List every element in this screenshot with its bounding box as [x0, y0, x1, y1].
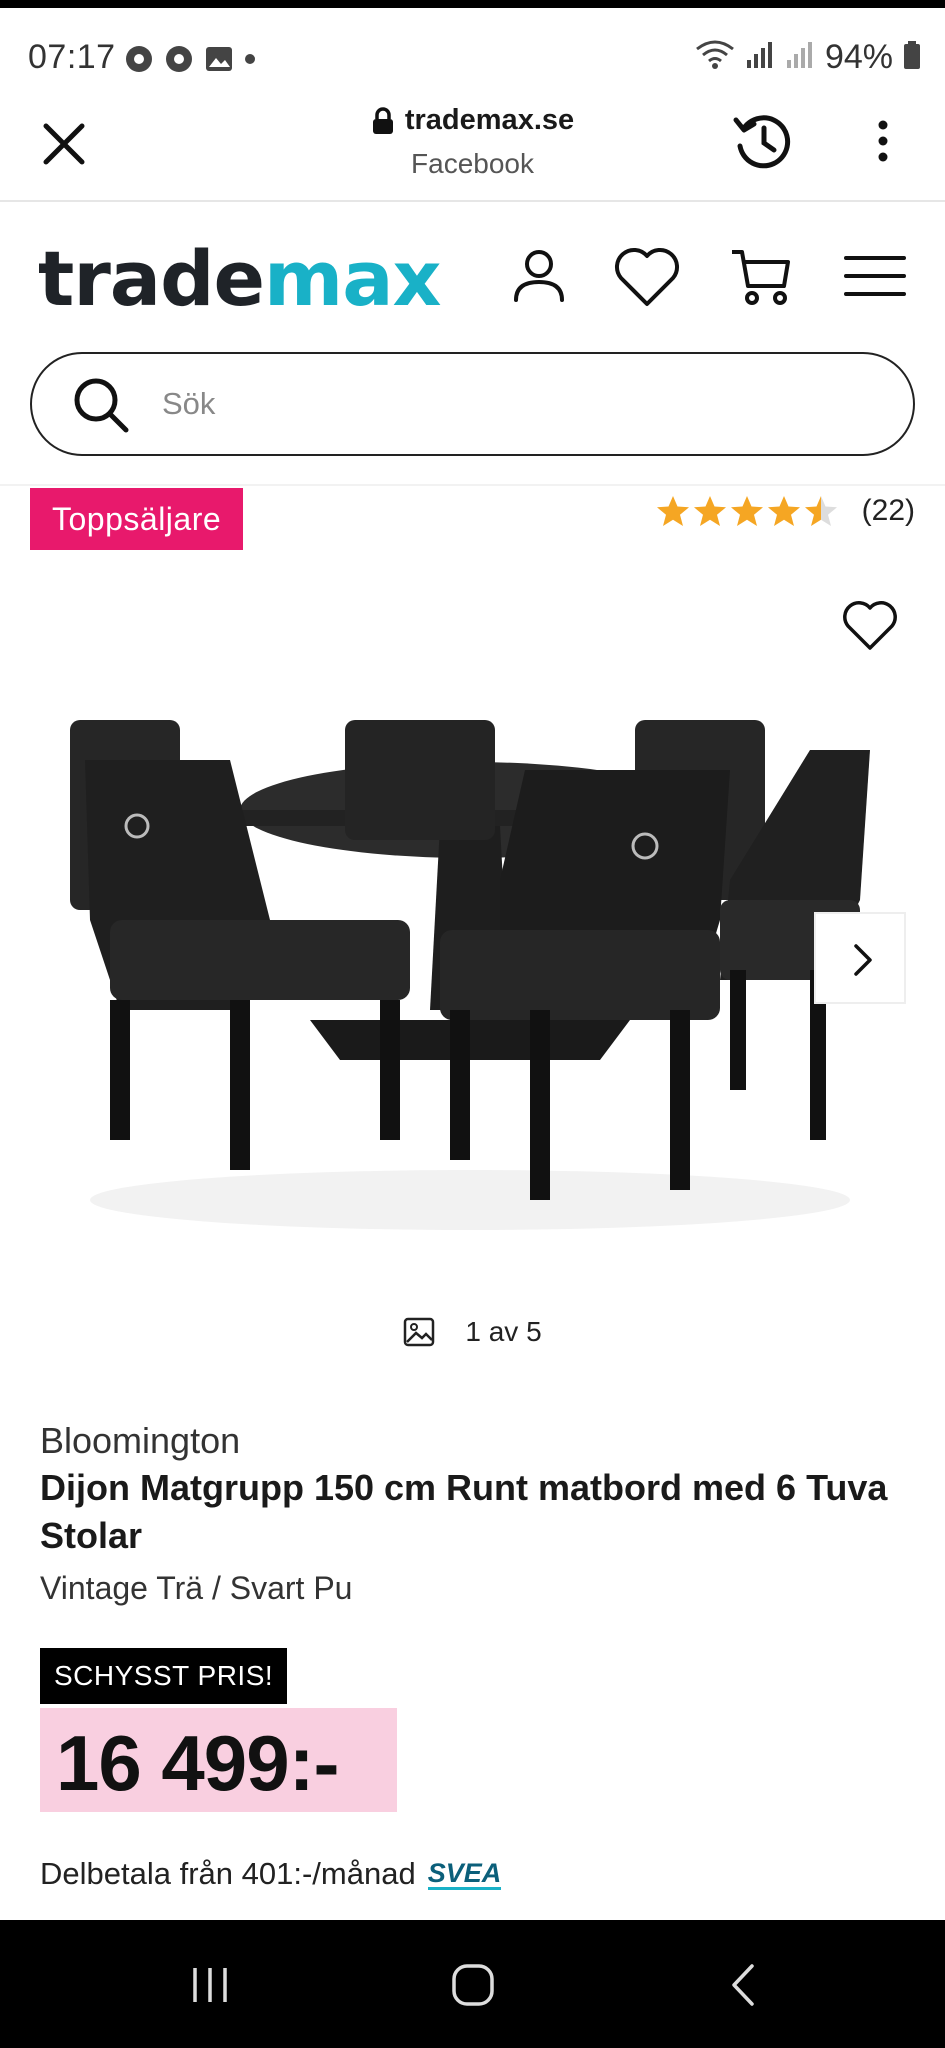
chrome-icon: [164, 44, 194, 74]
next-image-button[interactable]: [814, 912, 906, 1004]
price-label-badge: SCHYSST PRIS!: [40, 1648, 288, 1704]
svea-logo: SVEA: [427, 1857, 502, 1890]
trademax-logo[interactable]: trademax: [38, 234, 442, 323]
star-icon: [656, 496, 689, 526]
product-title: Dijon Matgrupp 150 cm Runt matbord med 6…: [40, 1467, 888, 1556]
half-star-icon: [804, 496, 837, 526]
more-options-button[interactable]: [868, 116, 898, 166]
gallery-icon: [204, 44, 234, 74]
installment-info[interactable]: Delbetala från 401:-/månad SVEA: [40, 1856, 502, 1892]
back-button[interactable]: [720, 1960, 770, 2010]
browser-toolbar: trademax.se Facebook: [0, 102, 945, 202]
wifi-icon: [695, 39, 735, 76]
chevron-right-icon: [854, 944, 872, 976]
home-button[interactable]: [448, 1960, 498, 2010]
cart-icon: [732, 250, 790, 305]
image-icon: [404, 1317, 435, 1347]
status-bar: 07:17 94%: [0, 0, 945, 102]
home-icon: [452, 1964, 494, 2006]
site-header: trademax Sök: [0, 204, 945, 484]
bestseller-badge: Toppsäljare: [30, 488, 244, 550]
product-price: 16 499:-: [56, 1719, 340, 1807]
heart-icon: [843, 601, 897, 650]
divider: [0, 484, 945, 486]
system-navigation-bar: [0, 1920, 945, 2048]
account-button[interactable]: [506, 244, 572, 310]
status-time: 07:17: [28, 38, 116, 76]
star-icon: [730, 496, 763, 526]
url-display[interactable]: trademax.se Facebook: [0, 102, 945, 180]
product-variant: Vintage Trä / Svart Pu: [40, 1570, 353, 1606]
url-domain: trademax.se: [404, 104, 575, 136]
add-to-wishlist-button[interactable]: [840, 598, 900, 654]
history-icon: [733, 115, 791, 169]
url-subtitle: Facebook: [411, 147, 534, 179]
notification-icons: [124, 44, 256, 74]
heart-icon: [615, 248, 679, 306]
wishlist-button[interactable]: [612, 244, 679, 310]
more-vertical-icon: [878, 120, 888, 162]
chrome-icon: [124, 44, 154, 74]
product-rating[interactable]: (22): [656, 494, 915, 528]
review-count: (22): [861, 494, 915, 527]
lock-icon: [372, 106, 393, 134]
cart-button[interactable]: [728, 244, 794, 310]
menu-button[interactable]: [842, 244, 908, 310]
product-image[interactable]: [30, 680, 915, 1240]
user-icon: [514, 250, 564, 302]
dot-icon: [244, 44, 256, 74]
installment-text: Delbetala från 401:-/månad: [40, 1856, 416, 1891]
dining-set-image: [30, 680, 915, 1240]
image-pager: 1 av 5: [0, 1316, 945, 1348]
star-icon: [693, 496, 726, 526]
back-icon: [732, 1964, 754, 2006]
recent-apps-button[interactable]: [185, 1960, 235, 2010]
search-icon: [70, 374, 132, 436]
price-box: 16 499:-: [40, 1708, 397, 1812]
status-right: 94%: [695, 38, 921, 77]
search-placeholder: Sök: [162, 386, 216, 421]
hamburger-icon: [844, 256, 906, 296]
product-brand[interactable]: Bloomington: [40, 1420, 240, 1462]
rating-stars: [656, 494, 838, 528]
signal-icon: [785, 40, 815, 75]
battery-level: 94%: [824, 38, 893, 76]
signal-icon: [745, 40, 775, 75]
history-button[interactable]: [730, 108, 796, 174]
recents-icon: [193, 1968, 227, 2002]
image-counter: 1 av 5: [465, 1316, 542, 1347]
battery-icon: [903, 40, 921, 75]
star-icon: [767, 496, 800, 526]
search-input[interactable]: Sök: [30, 352, 915, 456]
